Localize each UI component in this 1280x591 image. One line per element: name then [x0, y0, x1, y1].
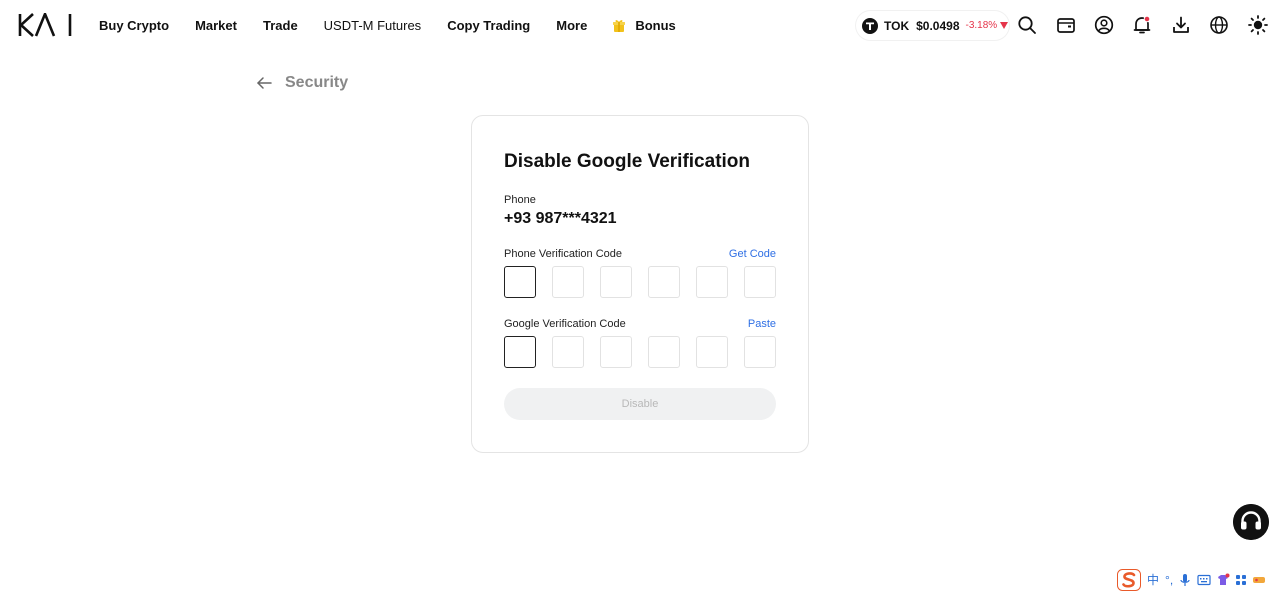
- notification-icon[interactable]: [1132, 15, 1152, 35]
- phone-code-digit-4[interactable]: [648, 266, 680, 298]
- phone-code-digit-2[interactable]: [552, 266, 584, 298]
- phone-code-digit-3[interactable]: [600, 266, 632, 298]
- down-arrow-icon: [1000, 22, 1009, 29]
- nav-usdt-m-futures[interactable]: USDT-M Futures: [324, 18, 422, 33]
- phone-code-digit-1[interactable]: [504, 266, 536, 298]
- wallet-icon[interactable]: [1056, 15, 1076, 35]
- nav-buy-crypto[interactable]: Buy Crypto: [99, 18, 169, 33]
- ime-chinese-mode[interactable]: 中: [1147, 571, 1159, 588]
- card-title: Disable Google Verification: [504, 151, 751, 172]
- top-nav: Buy Crypto Market Trade USDT-M Futures C…: [0, 0, 1280, 50]
- phone-code-digit-5[interactable]: [696, 266, 728, 298]
- back-arrow-icon[interactable]: [255, 75, 273, 91]
- ime-toolbar: 中 °,: [1117, 568, 1280, 591]
- phone-code-label: Phone Verification Code: [504, 248, 623, 260]
- google-code-label: Google Verification Code: [504, 318, 626, 330]
- skin-icon[interactable]: [1216, 573, 1230, 587]
- price-ticker[interactable]: TOK $0.0498 -3.18%: [856, 11, 1009, 40]
- ticker-price: $0.0498: [916, 18, 960, 33]
- get-code-link[interactable]: Get Code: [729, 248, 776, 260]
- phone-value: +93 987***4321: [504, 210, 617, 227]
- google-code-digit-1[interactable]: [504, 336, 536, 368]
- ticker-change: -3.18%: [965, 20, 998, 31]
- disable-verification-card: Disable Google Verification Phone +93 98…: [471, 115, 809, 453]
- bonus-label: Bonus: [635, 17, 676, 33]
- paste-link[interactable]: Paste: [748, 318, 776, 330]
- microphone-icon[interactable]: [1179, 573, 1191, 587]
- keyboard-icon[interactable]: [1197, 574, 1211, 586]
- ticker-symbol: TOK: [884, 18, 910, 33]
- nav-bonus[interactable]: Bonus: [613, 17, 676, 33]
- google-code-digit-5[interactable]: [696, 336, 728, 368]
- page-title: Security: [285, 74, 349, 91]
- google-code-digit-3[interactable]: [600, 336, 632, 368]
- download-icon[interactable]: [1171, 15, 1191, 35]
- ime-punctuation[interactable]: °,: [1165, 573, 1173, 587]
- disable-button[interactable]: Disable: [504, 388, 776, 420]
- toolbox-icon[interactable]: [1235, 574, 1247, 586]
- kai-logo[interactable]: [18, 13, 74, 37]
- google-code-digit-2[interactable]: [552, 336, 584, 368]
- nav-more[interactable]: More: [556, 18, 587, 33]
- google-code-inputs: [504, 336, 776, 368]
- nav-copy-trading[interactable]: Copy Trading: [447, 18, 530, 33]
- nav-trade[interactable]: Trade: [263, 18, 298, 33]
- phone-code-inputs: [504, 266, 776, 298]
- language-icon[interactable]: [1209, 15, 1229, 35]
- phone-label: Phone: [504, 194, 536, 206]
- theme-icon[interactable]: [1248, 15, 1268, 35]
- google-code-digit-6[interactable]: [744, 336, 776, 368]
- account-icon[interactable]: [1094, 15, 1114, 35]
- search-icon[interactable]: [1017, 15, 1037, 35]
- tok-coin-icon: [862, 17, 878, 34]
- nav-links: Buy Crypto Market Trade USDT-M Futures C…: [99, 0, 676, 50]
- nav-market[interactable]: Market: [195, 18, 237, 33]
- more-tools-icon[interactable]: [1252, 574, 1266, 586]
- support-headset-icon[interactable]: [1233, 504, 1269, 540]
- phone-code-digit-6[interactable]: [744, 266, 776, 298]
- sogou-ime-icon[interactable]: [1117, 568, 1141, 591]
- google-code-digit-4[interactable]: [648, 336, 680, 368]
- gift-icon: [613, 19, 626, 32]
